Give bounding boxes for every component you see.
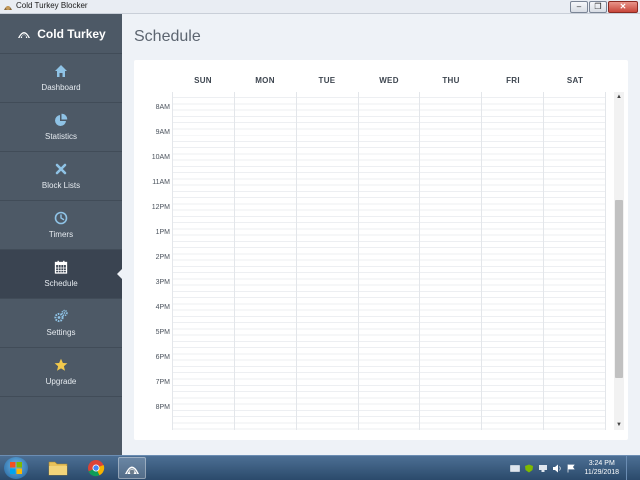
gears-icon: [54, 309, 68, 323]
sidebar-item-label: Settings: [46, 328, 76, 337]
day-header: SUN MON TUE WED THU FRI SAT: [172, 76, 606, 85]
window-title: Cold Turkey Blocker: [16, 1, 88, 10]
day-header-mon: MON: [255, 76, 275, 85]
day-column-tue[interactable]: [295, 92, 358, 430]
title-bar: Cold Turkey Blocker – ❐ ✕: [0, 0, 640, 14]
shield-icon[interactable]: [524, 464, 534, 473]
home-icon: [55, 65, 67, 77]
keyboard-icon[interactable]: [510, 464, 521, 473]
sidebar: Cold Turkey Dashboard Statistics Block L…: [0, 14, 122, 455]
day-column-sun[interactable]: [172, 92, 234, 430]
minimize-button[interactable]: –: [570, 1, 588, 13]
sidebar-item-upgrade[interactable]: Upgrade: [0, 348, 122, 397]
day-column-wed[interactable]: [357, 92, 420, 430]
day-header-sun: SUN: [194, 76, 212, 85]
time-label: 6PM: [155, 354, 170, 361]
sidebar-item-block-lists[interactable]: Block Lists: [0, 152, 122, 201]
time-label: 10AM: [151, 154, 170, 161]
taskbar-file-explorer[interactable]: [44, 457, 72, 479]
day-header-tue: TUE: [318, 76, 336, 85]
time-label: 3PM: [155, 279, 170, 286]
time-label: 9AM: [155, 129, 170, 136]
schedule-card: SUN MON TUE WED THU FRI SAT 8AM 9AM 10AM…: [134, 60, 628, 440]
day-header-wed: WED: [379, 76, 399, 85]
brand-name: Cold Turkey: [37, 26, 106, 41]
time-label: 8AM: [155, 104, 170, 111]
time-label: 12PM: [151, 204, 170, 211]
clock-time: 3:24 PM: [588, 460, 615, 467]
time-label: 11AM: [152, 179, 170, 186]
volume-icon[interactable]: [552, 464, 562, 473]
maximize-button[interactable]: ❐: [589, 1, 607, 13]
day-column-mon[interactable]: [233, 92, 296, 430]
taskbar-chrome[interactable]: [82, 457, 110, 479]
sidebar-item-label: Schedule: [44, 279, 78, 288]
chrome-icon: [88, 460, 105, 477]
page-title: Schedule: [134, 28, 201, 45]
time-column: 8AM 9AM 10AM 11AM 12PM 1PM 2PM 3PM 4PM 5…: [134, 92, 172, 430]
clock[interactable]: 3:24 PM 11/29/2018: [584, 459, 619, 477]
windows-logo-icon: [10, 462, 22, 474]
clock-icon: [54, 211, 68, 225]
sidebar-item-statistics[interactable]: Statistics: [0, 103, 122, 152]
scroll-thumb[interactable]: [615, 200, 623, 378]
time-label: 5PM: [155, 329, 170, 336]
network-icon[interactable]: [538, 464, 548, 473]
day-header-fri: FRI: [506, 76, 520, 85]
sidebar-item-timers[interactable]: Timers: [0, 201, 122, 250]
day-header-thu: THU: [442, 76, 460, 85]
sidebar-item-label: Block Lists: [41, 181, 81, 190]
x-icon: [55, 163, 67, 175]
turkey-logo-icon: [18, 31, 31, 39]
sidebar-item-label: Dashboard: [41, 83, 81, 92]
schedule-grid[interactable]: [172, 92, 606, 430]
start-button[interactable]: [4, 457, 28, 479]
turkey-logo-icon: [125, 466, 139, 475]
time-label: 4PM: [155, 304, 170, 311]
pie-chart-icon: [55, 113, 68, 126]
scroll-up-arrow[interactable]: ▲: [614, 92, 624, 102]
scroll-down-arrow[interactable]: ▼: [614, 420, 624, 430]
taskbar: 3:24 PM 11/29/2018: [0, 455, 640, 480]
day-column-fri[interactable]: [481, 92, 544, 430]
close-button[interactable]: ✕: [608, 1, 638, 13]
taskbar-cold-turkey[interactable]: [118, 457, 146, 479]
calendar-icon: [54, 260, 68, 274]
folder-icon: [48, 461, 68, 476]
turkey-logo-icon: [4, 6, 12, 10]
star-icon: [54, 358, 68, 371]
sidebar-item-label: Statistics: [44, 132, 77, 141]
time-label: 7PM: [155, 379, 170, 386]
main-content: Schedule SUN MON TUE WED THU FRI SAT 8AM…: [122, 14, 640, 455]
window-controls: – ❐ ✕: [569, 1, 638, 13]
clock-date: 11/29/2018: [584, 469, 619, 476]
sidebar-item-label: Timers: [48, 230, 74, 239]
schedule-grid-viewport: 8AM 9AM 10AM 11AM 12PM 1PM 2PM 3PM 4PM 5…: [134, 92, 606, 430]
vertical-scrollbar[interactable]: ▲ ▼: [614, 92, 624, 430]
sidebar-item-dashboard[interactable]: Dashboard: [0, 54, 122, 103]
show-desktop-button[interactable]: [626, 456, 634, 480]
system-tray: 3:24 PM 11/29/2018: [510, 456, 634, 480]
time-label: 8PM: [155, 404, 170, 411]
day-column-thu[interactable]: [419, 92, 482, 430]
flag-icon[interactable]: [566, 464, 576, 473]
time-label: 2PM: [155, 254, 170, 261]
brand: Cold Turkey: [0, 14, 122, 54]
time-label: 1PM: [155, 229, 170, 236]
sidebar-item-label: Upgrade: [45, 377, 77, 386]
sidebar-item-schedule[interactable]: Schedule: [0, 250, 122, 299]
day-header-sat: SAT: [566, 76, 584, 85]
day-column-sat[interactable]: [543, 92, 606, 430]
sidebar-item-settings[interactable]: Settings: [0, 299, 122, 348]
